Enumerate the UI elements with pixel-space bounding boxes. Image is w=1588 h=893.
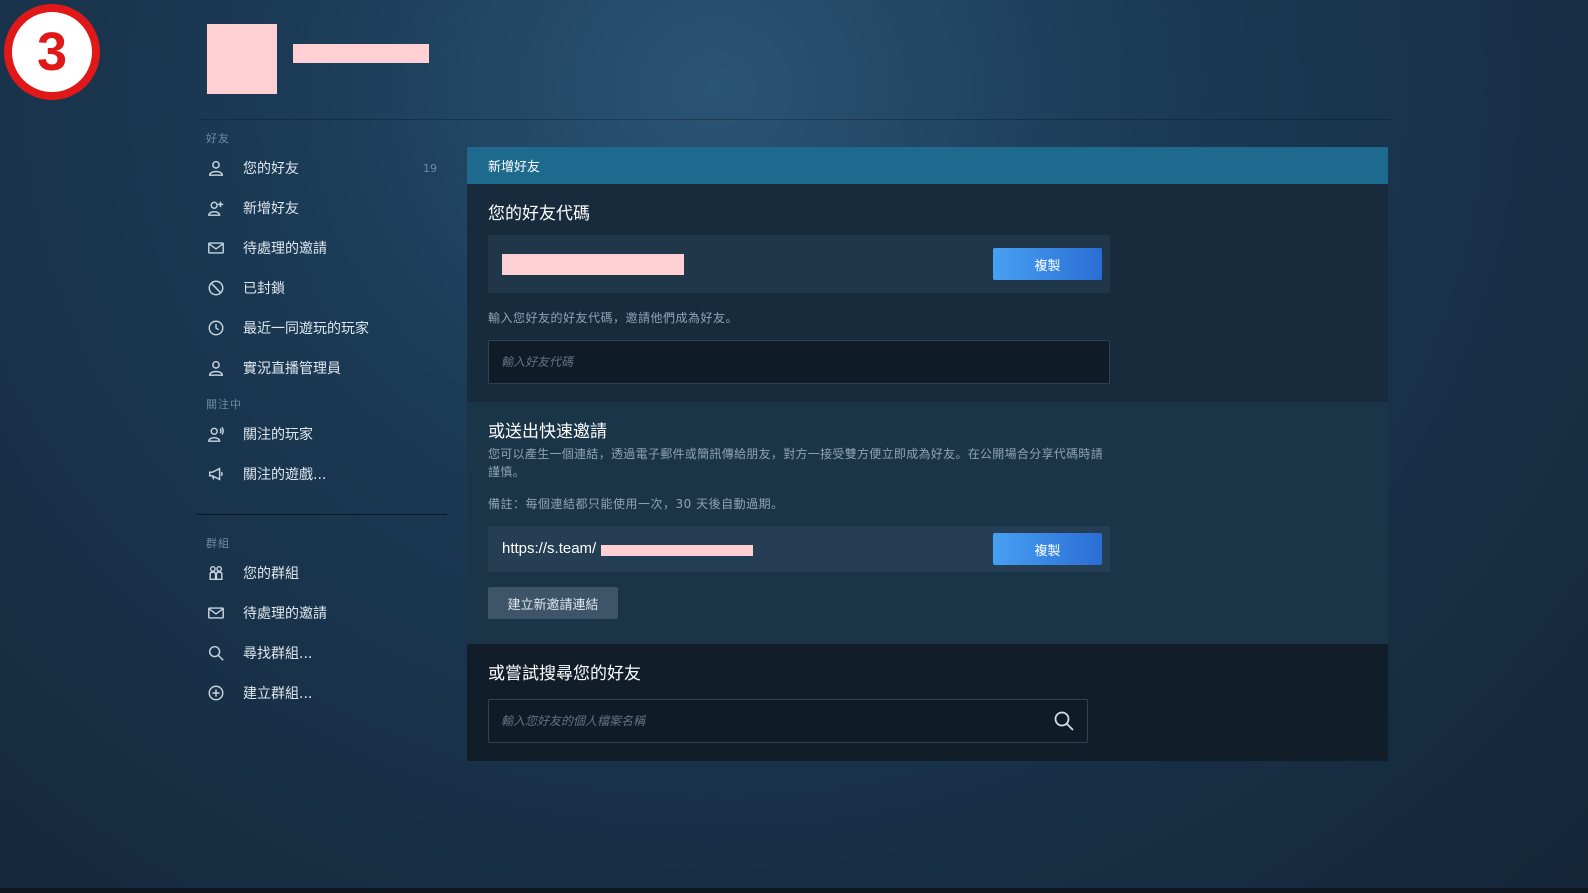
friend-code-title: 您的好友代碼 [488,204,590,224]
step-number-badge: 3 [4,4,100,100]
friend-code-box: 複製 [488,235,1110,293]
clock-icon [206,318,226,338]
sidebar-item-create-group[interactable]: 建立群組... [197,673,447,713]
panel-header: 新增好友 [467,147,1388,184]
sidebar-item-your-friends[interactable]: 您的好友 19 [197,148,447,188]
sidebar-item-label: 新增好友 [243,201,299,217]
megaphone-icon [206,464,226,484]
sidebar-item-label: 您的群組 [243,566,299,582]
sidebar-item-label: 您的好友 [243,161,299,177]
friend-code-redacted [502,254,684,275]
sidebar-item-label: 待處理的邀請 [243,606,327,622]
sidebar-item-find-groups[interactable]: 尋找群組... [197,633,447,673]
sidebar-item-label: 已封鎖 [243,281,285,297]
friend-code-input[interactable] [488,340,1110,384]
sidebar-item-group-invites[interactable]: 待處理的邀請 [197,593,447,633]
sidebar-item-stream-managers[interactable]: 實況直播管理員 [197,348,447,388]
sidebar-item-followed-players[interactable]: 關注的玩家 [197,414,447,454]
search-box [488,699,1088,743]
quick-invite-description: 您可以產生一個連結，透過電子郵件或簡訊傳給朋友，對方一接受雙方便立即成為好友。在… [488,447,1104,479]
search-icon [206,643,226,663]
quick-invite-note: 備註：每個連結都只能使用一次，30 天後自動過期。 [488,497,784,511]
sidebar-item-followed-games[interactable]: 關注的遊戲... [197,454,447,494]
envelope-icon [206,603,226,623]
sidebar-item-label: 實況直播管理員 [243,361,341,377]
step-number: 3 [36,22,68,82]
sidebar-item-recently-played[interactable]: 最近一同遊玩的玩家 [197,308,447,348]
sidebar-item-label: 關注的玩家 [243,427,313,443]
bottom-strip [0,888,1588,893]
plus-circle-icon [206,683,226,703]
person-icon [206,158,226,178]
quick-invite-title: 或送出快速邀請 [488,422,607,442]
sidebar-item-label: 待處理的邀請 [243,241,327,257]
search-icon[interactable] [1053,710,1075,732]
person-icon [206,358,226,378]
sidebar-item-label: 最近一同遊玩的玩家 [243,321,369,337]
group-icon [206,563,226,583]
sidebar: 好友 您的好友 19 新增好友 待處理的邀請 已封鎖 最近一同遊玩的玩家 實況直… [197,130,447,713]
friends-count: 19 [423,161,437,175]
sidebar-item-pending-invites[interactable]: 待處理的邀請 [197,228,447,268]
copy-friend-code-button[interactable]: 複製 [993,248,1102,280]
friend-code-section: 您的好友代碼 複製 輸入您好友的好友代碼，邀請他們成為好友。 [467,184,1388,402]
followed-person-icon [206,424,226,444]
sidebar-item-label: 關注的遊戲... [243,467,327,483]
invite-link-box: https://s.team/ 複製 [488,526,1110,572]
sidebar-item-blocked[interactable]: 已封鎖 [197,268,447,308]
add-friend-panel: 新增好友 您的好友代碼 複製 輸入您好友的好友代碼，邀請他們成為好友。 或送出快… [467,147,1388,761]
invite-link-text[interactable]: https://s.team/ [502,540,596,557]
avatar[interactable] [207,24,277,94]
friends-section-title: 好友 [206,132,230,145]
envelope-icon [206,238,226,258]
search-friends-title: 或嘗試搜尋您的好友 [488,664,641,684]
copy-invite-link-button[interactable]: 複製 [993,533,1102,565]
sidebar-item-label: 建立群組... [243,686,313,702]
following-section-title: 關注中 [206,398,242,411]
groups-section-title: 群組 [206,537,230,550]
username-redacted [293,44,429,63]
sidebar-item-label: 尋找群組... [243,646,313,662]
add-person-icon [206,198,226,218]
blocked-icon [206,278,226,298]
search-friends-section: 或嘗試搜尋您的好友 [467,644,1388,761]
sidebar-divider [197,514,447,515]
header-divider [200,119,1390,120]
sidebar-item-add-friend[interactable]: 新增好友 [197,188,447,228]
quick-invite-section: 或送出快速邀請 您可以產生一個連結，透過電子郵件或簡訊傳給朋友，對方一接受雙方便… [467,402,1388,644]
sidebar-item-your-groups[interactable]: 您的群組 [197,553,447,593]
create-invite-link-button[interactable]: 建立新邀請連結 [488,587,618,619]
search-input[interactable] [489,700,1029,742]
invite-link-redacted [601,545,753,556]
friend-code-hint: 輸入您好友的好友代碼，邀請他們成為好友。 [488,311,739,325]
